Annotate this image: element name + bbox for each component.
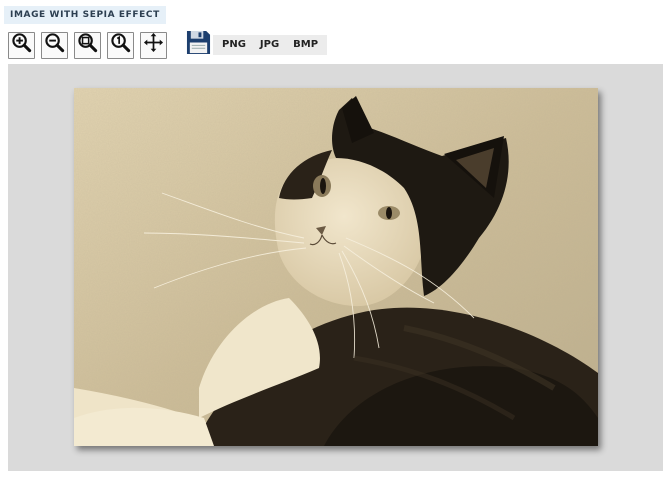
zoom-actual-size-button[interactable] [107, 31, 134, 59]
zoom-fit-icon [77, 32, 98, 58]
save-button[interactable] [185, 30, 211, 60]
image-viewer-canvas[interactable] [8, 64, 663, 471]
zoom-out-button[interactable] [41, 31, 68, 59]
page-title: IMAGE WITH SEPIA EFFECT [4, 6, 166, 24]
zoom-actual-size-icon [110, 32, 131, 58]
zoom-in-button[interactable] [8, 31, 35, 59]
export-jpg-button[interactable]: JPG [253, 35, 286, 55]
zoom-out-icon [44, 32, 65, 58]
floppy-disk-icon [186, 30, 211, 60]
export-format-group: PNG JPG BMP [213, 35, 328, 55]
move-arrows-icon [143, 32, 164, 58]
export-bmp-button[interactable]: BMP [286, 35, 325, 55]
export-png-button[interactable]: PNG [215, 35, 253, 55]
toolbar: PNG JPG BMP [8, 30, 328, 60]
zoom-fit-button[interactable] [74, 31, 101, 59]
zoom-in-icon [11, 32, 32, 58]
page-title-text: IMAGE WITH SEPIA EFFECT [10, 10, 160, 20]
pan-button[interactable] [140, 31, 167, 59]
sepia-cat-image[interactable] [74, 88, 598, 446]
